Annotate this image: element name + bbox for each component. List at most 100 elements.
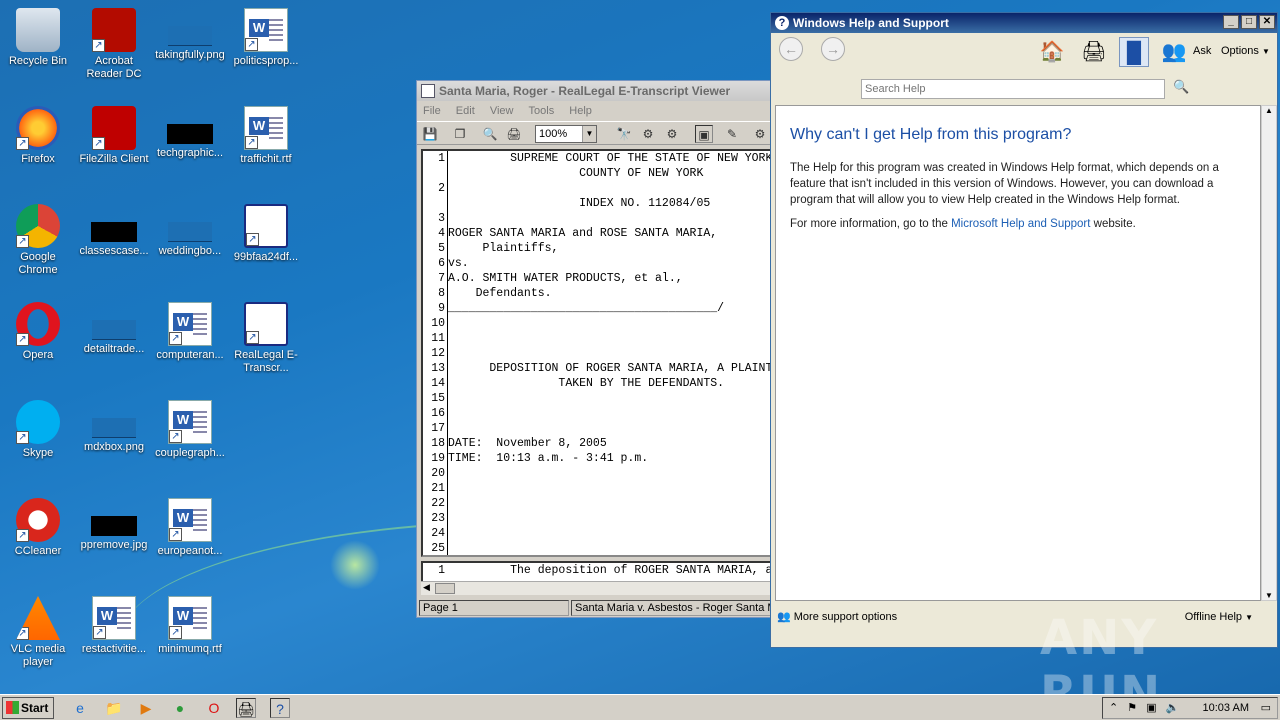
volume-icon[interactable]: 🔈 [1166,702,1180,714]
desktop-icon[interactable]: ↗ Firefox [0,102,76,166]
find-icon[interactable]: 🔭 [615,125,633,143]
clock[interactable]: 10:03 AM [1203,698,1249,718]
desktop-icon[interactable]: mdxbox.png [76,396,152,454]
desktop-icon[interactable]: W ↗ couplegraph... [152,396,228,460]
print-icon[interactable]: 🖨 [505,125,523,143]
desktop-icon[interactable]: ↗ 99bfaa24df... [228,200,304,264]
chrome-icon[interactable]: ● [170,698,190,718]
desktop-icon[interactable]: ↗ Skype [0,396,76,460]
print-preview-icon[interactable]: 🔍 [481,125,499,143]
line-number: 2 [438,182,445,195]
transcript-viewer-window[interactable]: Santa Maria, Roger - RealLegal E-Transcr… [416,80,773,618]
help-window[interactable]: ? Windows Help and Support _ □ ✕ ← → 🏠 🖨… [770,12,1278,648]
desktop-icon[interactable]: W ↗ traffichit.rtf [228,102,304,166]
image-file-icon [92,418,136,438]
zoom-select[interactable]: 100% ▼ [535,125,597,143]
vertical-scrollbar[interactable]: ▲ ▼ [1261,105,1277,601]
word-document-icon: W ↗ [244,8,288,52]
save-icon[interactable]: 💾 [421,125,439,143]
scroll-left-icon[interactable]: ◀ [423,582,430,593]
browse-help-icon[interactable]: █ [1119,37,1149,67]
forward-button[interactable]: → [821,37,845,61]
menu-help[interactable]: Help [569,105,592,117]
transcript-line: 20 [423,466,771,481]
microsoft-help-link[interactable]: Microsoft Help and Support [951,218,1090,230]
desktop-icon[interactable]: ↗ Google Chrome [0,200,76,277]
transcript-line: 7 A.O. SMITH WATER PRODUCTS, et al., [423,271,771,286]
scroll-down-icon[interactable]: ▼ [1265,591,1273,600]
tray-expand-icon[interactable]: ⌃ [1109,702,1118,714]
transcript-line: 21 [423,481,771,496]
minimize-button[interactable]: _ [1223,15,1239,29]
desktop-icon-label: Recycle Bin [8,55,68,67]
menu-tools[interactable]: Tools [529,105,555,117]
desktop-icon[interactable]: ↗ Acrobat Reader DC [76,4,152,81]
menu-view[interactable]: View [490,105,514,117]
help-titlebar[interactable]: ? Windows Help and Support _ □ ✕ [771,13,1277,33]
acrobat-icon: ↗ [92,8,136,52]
opera-icon[interactable]: O [204,698,224,718]
scroll-up-icon[interactable]: ▲ [1265,106,1273,115]
close-button[interactable]: ✕ [1259,15,1275,29]
copy-icon[interactable]: ❐ [451,125,469,143]
ask-button[interactable]: Ask [1193,45,1211,57]
desktop-icon[interactable]: ↗ CCleaner [0,494,76,558]
status-case: Santa Maria v. Asbestos - Roger Santa M [571,600,771,616]
network-icon[interactable]: ▣ [1146,702,1156,714]
print-icon[interactable]: 🖨 [1079,37,1109,67]
desktop-icon[interactable]: W ↗ minimumq.rtf [152,592,228,656]
desktop-icon[interactable]: Recycle Bin [0,4,76,68]
viewer-titlebar[interactable]: Santa Maria, Roger - RealLegal E-Transcr… [417,81,771,101]
ie-icon[interactable]: e [70,698,90,718]
desktop-icon[interactable]: ppremove.jpg [76,494,152,552]
start-button[interactable]: Start [2,697,54,719]
back-button[interactable]: ← [779,37,803,61]
viewer-title: Santa Maria, Roger - RealLegal E-Transcr… [439,84,731,98]
menu-file[interactable]: File [423,105,441,117]
menu-edit[interactable]: Edit [456,105,475,117]
desktop-icon[interactable]: techgraphic... [152,102,228,160]
line-number: 12 [431,347,445,360]
firefox-icon: ↗ [16,106,60,150]
help-task-icon[interactable]: ? [270,698,290,718]
line-text: DATE: November 8, 2005 [448,437,607,450]
transcript-page[interactable]: 1 SUPREME COURT OF THE STATE OF NEW YORK… [421,149,773,557]
page-view-icon[interactable]: ▣ [695,125,713,143]
scroll-thumb[interactable] [435,583,455,594]
desktop-icon[interactable]: ↗ FileZilla Client [76,102,152,166]
shortcut-arrow-icon: ↗ [92,39,105,52]
desktop-icon-label: restactivitie... [81,643,147,655]
media-player-icon[interactable]: ▶ [136,698,156,718]
options-button[interactable]: Options ▼ [1221,45,1270,57]
desktop-icon[interactable]: detailtrade... [76,298,152,356]
chevron-down-icon[interactable]: ▼ [582,126,596,142]
ask-icon[interactable]: 👥 [1159,37,1189,67]
search-icon[interactable]: 🔍 [1173,79,1189,95]
search-help-input[interactable] [861,79,1165,99]
desktop-icon[interactable]: W ↗ europeanot... [152,494,228,558]
maximize-button[interactable]: □ [1241,15,1257,29]
annotate-icon[interactable]: ✎ [723,125,741,143]
desktop-icon[interactable]: W ↗ restactivitie... [76,592,152,656]
desktop-icon[interactable]: W ↗ computeran... [152,298,228,362]
desktop-icon-label: ppremove.jpg [80,539,148,551]
flag-icon[interactable]: ⚑ [1127,702,1137,714]
explorer-icon[interactable]: 📁 [104,698,124,718]
help-question-icon: ? [775,16,789,30]
find-prev-icon[interactable]: ⚙ [663,125,681,143]
settings-icon[interactable]: ⚙ [751,125,769,143]
desktop-icon[interactable]: ↗ RealLegal E-Transcr... [228,298,304,375]
desktop-icon[interactable]: classescase... [76,200,152,258]
show-desktop-icon[interactable]: ▭ [1261,698,1271,718]
desktop-icon[interactable]: ↗ Opera [0,298,76,362]
desktop-icon[interactable]: takingfully.png [152,4,228,62]
help-home-icon[interactable]: 🏠 [1037,37,1067,67]
status-page: Page 1 [419,600,569,616]
desktop-icon[interactable]: W ↗ politicsprop... [228,4,304,68]
find-next-icon[interactable]: ⚙ [639,125,657,143]
desktop-icon[interactable]: weddingbo... [152,200,228,258]
desktop-icon[interactable]: ↗ VLC media player [0,592,76,669]
horizontal-scrollbar[interactable]: ◀ [421,581,773,595]
reallegal-task-icon[interactable]: 🖨 [236,698,256,718]
more-support-options[interactable]: More support options [794,611,897,623]
